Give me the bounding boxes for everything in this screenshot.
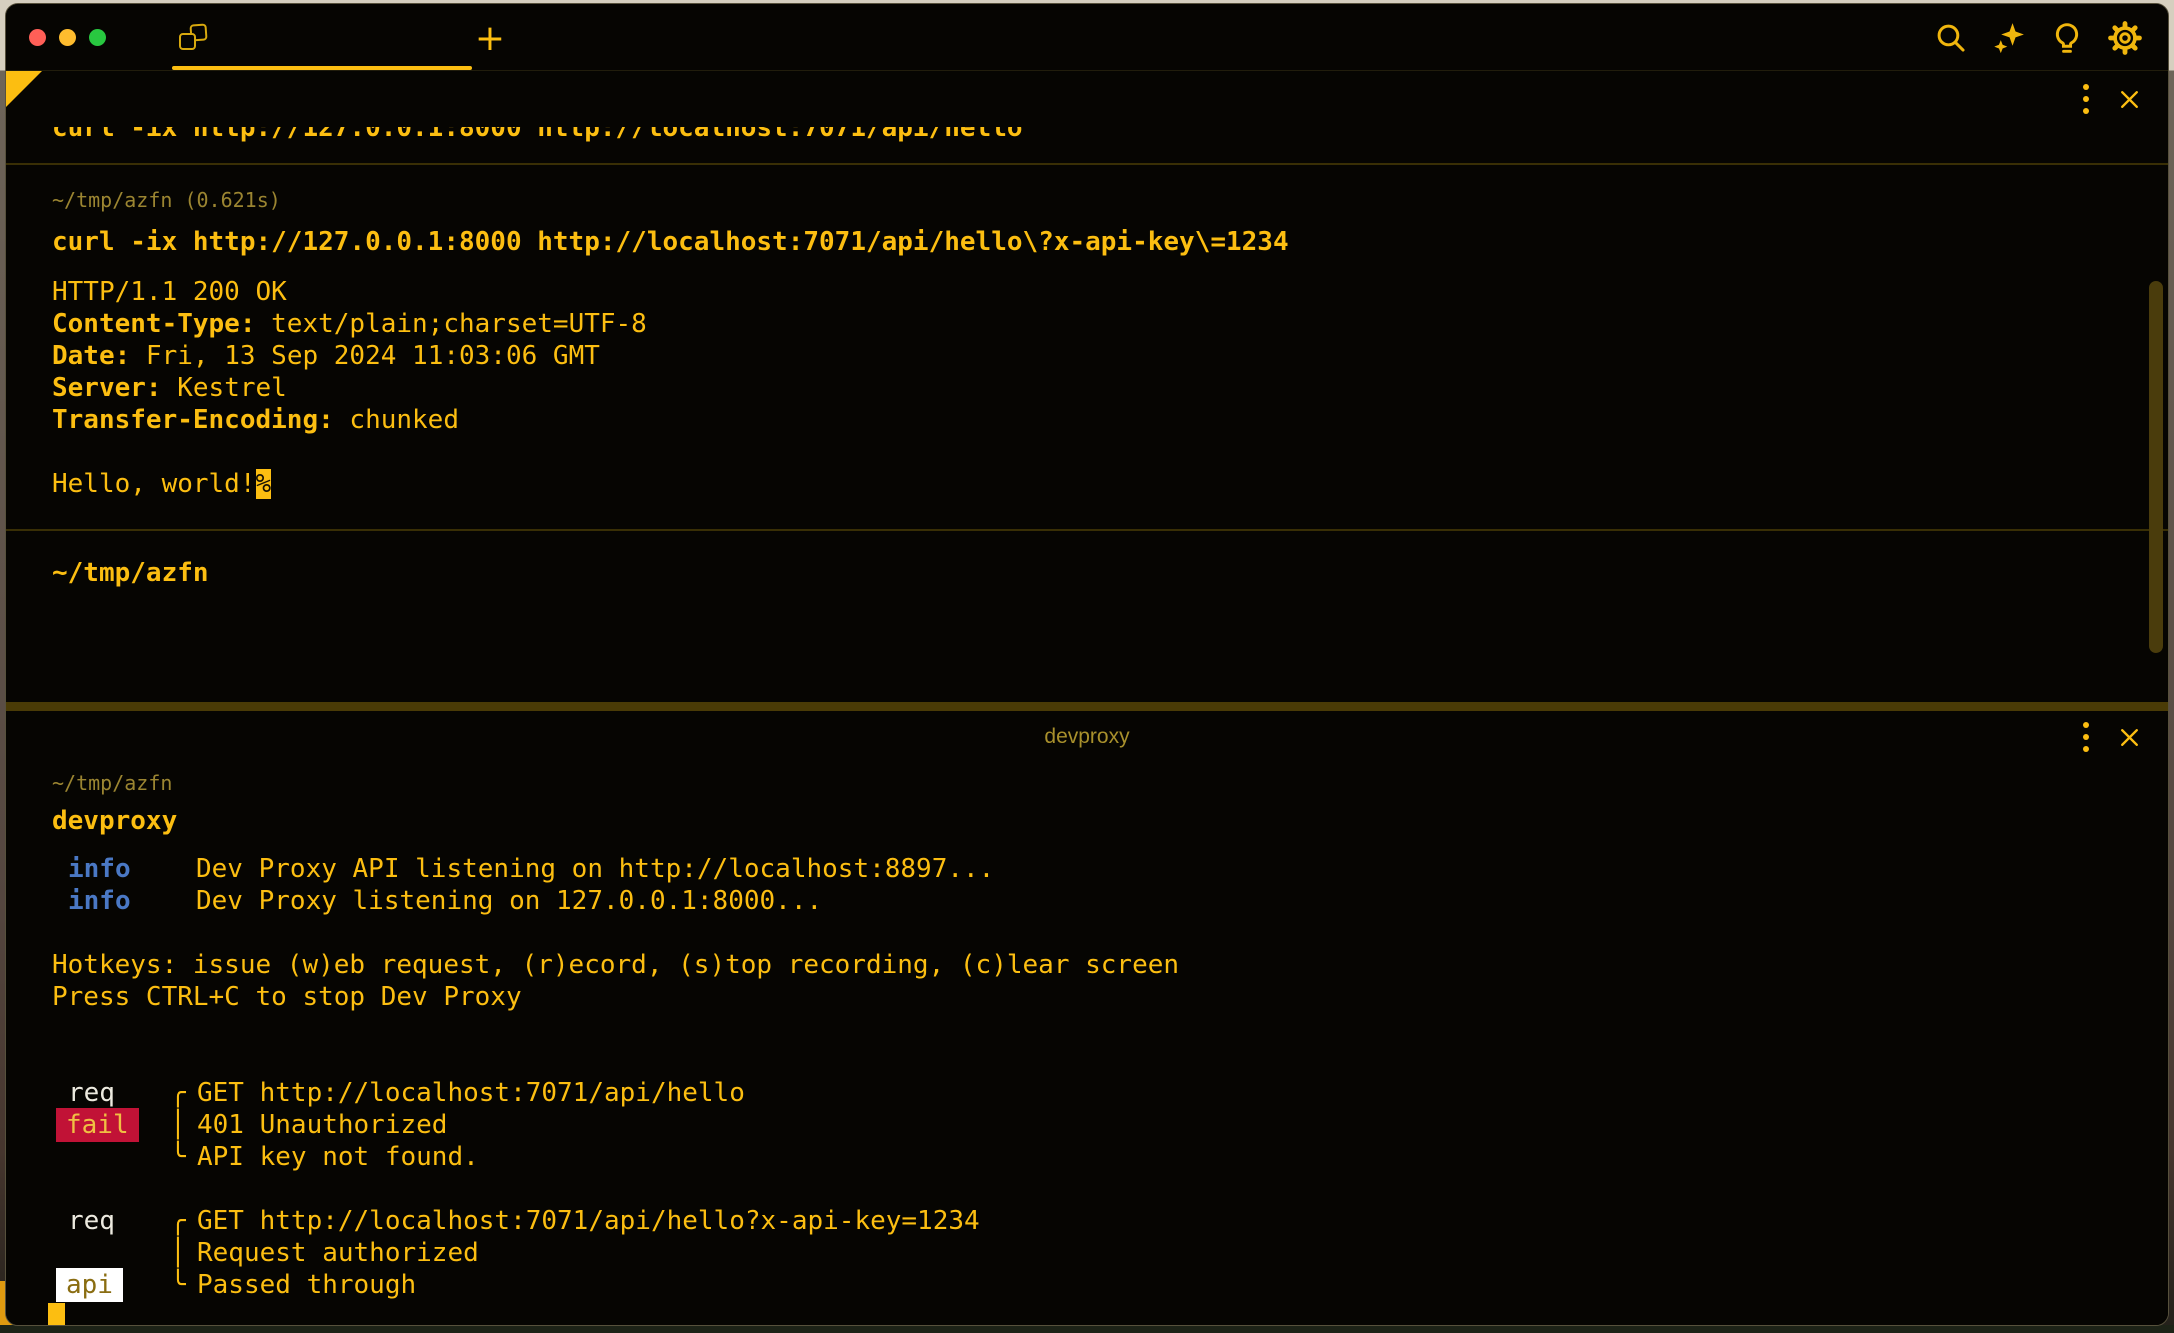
hotkeys-hint: Hotkeys: issue (w)eb request, (r)ecord, … — [6, 949, 2168, 981]
close-window-button[interactable] — [29, 29, 46, 46]
http-header-line: Content-Type: text/plain;charset=UTF-8 — [6, 308, 2168, 340]
request-log-row: ╰ API key not found. — [6, 1141, 2168, 1173]
http-header-line: Date: Fri, 13 Sep 2024 11:03:06 GMT — [6, 340, 2168, 372]
minimize-window-button[interactable] — [59, 29, 76, 46]
request-log-row: │ Request authorized — [6, 1237, 2168, 1269]
request-log-row: req ╭ GET http://localhost:7071/api/hell… — [6, 1205, 2168, 1237]
bracket-glyph: │ — [170, 1109, 197, 1141]
pane-corner-flag — [6, 71, 42, 107]
ai-sparkles-icon[interactable] — [1992, 21, 2026, 55]
terminal-pane-bottom[interactable]: devproxy ~/tmp/azfn devproxy infoDev Pro… — [6, 711, 2168, 1325]
wallpaper-detail — [0, 1325, 2174, 1333]
active-tab[interactable] — [172, 38, 472, 70]
tips-lightbulb-icon[interactable] — [2050, 21, 2084, 55]
request-label: req — [52, 1206, 115, 1236]
more-options-icon[interactable] — [2079, 80, 2093, 118]
tab-bar: + — [6, 4, 2168, 71]
bracket-glyph: ╰ — [170, 1269, 197, 1301]
terminal-scrollback: curl -ix http://127.0.0.1:8000 http://lo… — [6, 71, 2168, 702]
log-level-label: info — [52, 885, 196, 917]
log-line: infoDev Proxy API listening on http://lo… — [6, 853, 2168, 885]
pane-title: devproxy — [6, 725, 2168, 749]
request-label — [52, 1238, 68, 1268]
bracket-glyph: ╭ — [170, 1205, 197, 1237]
request-label — [52, 1142, 68, 1172]
pane-divider[interactable] — [6, 702, 2168, 711]
api-badge: api — [56, 1268, 123, 1302]
terminal-cursor[interactable] — [48, 1303, 65, 1325]
block-directory-header: ~/tmp/azfn — [6, 769, 2168, 797]
request-label: req — [52, 1078, 115, 1108]
request-log-row: api ╰ Passed through — [6, 1269, 2168, 1301]
block-directory-header: ~/tmp/azfn (0.621s) — [6, 186, 2168, 214]
no-newline-marker: % — [256, 469, 272, 499]
more-options-icon[interactable] — [2079, 718, 2093, 756]
close-pane-icon[interactable] — [2117, 87, 2142, 112]
window-controls — [29, 29, 106, 46]
bracket-glyph: ╰ — [170, 1141, 197, 1173]
zoom-window-button[interactable] — [89, 29, 106, 46]
http-status-line: HTTP/1.1 200 OK — [6, 276, 2168, 308]
bracket-glyph: ╭ — [170, 1077, 197, 1109]
terminal-scrollback: ~/tmp/azfn devproxy infoDev Proxy API li… — [6, 711, 2168, 1325]
response-body-line: Hello, world!% — [6, 468, 2168, 500]
settings-gear-icon[interactable] — [2108, 21, 2142, 55]
http-header-line: Server: Kestrel — [6, 372, 2168, 404]
fail-badge: fail — [56, 1108, 139, 1142]
command-line: curl -ix http://127.0.0.1:8000 http://lo… — [6, 226, 2168, 258]
terminal-window: + — [5, 3, 2169, 1326]
http-header-line: Transfer-Encoding: chunked — [6, 404, 2168, 436]
pane-header — [6, 71, 2168, 127]
bracket-glyph: │ — [170, 1237, 197, 1269]
request-log-row: req ╭ GET http://localhost:7071/api/hell… — [6, 1077, 2168, 1109]
log-line: infoDev Proxy listening on 127.0.0.1:800… — [6, 885, 2168, 917]
request-log-row: fail │ 401 Unauthorized — [6, 1109, 2168, 1141]
close-pane-icon[interactable] — [2117, 725, 2142, 750]
pane-header: devproxy — [6, 711, 2168, 763]
command-line: devproxy — [6, 805, 2168, 837]
search-icon[interactable] — [1934, 21, 1968, 55]
stop-hint: Press CTRL+C to stop Dev Proxy — [6, 981, 2168, 1013]
terminal-pane-top[interactable]: curl -ix http://127.0.0.1:8000 http://lo… — [6, 71, 2168, 702]
new-tab-button[interactable]: + — [468, 16, 512, 60]
clipped-command-line: curl -ix http://127.0.0.1:8000 http://lo… — [6, 127, 2168, 144]
active-tab-indicator — [172, 66, 472, 70]
log-level-label: info — [52, 853, 196, 885]
prompt-directory[interactable]: ~/tmp/azfn — [6, 557, 2168, 589]
scrollbar-thumb[interactable] — [2149, 281, 2163, 653]
